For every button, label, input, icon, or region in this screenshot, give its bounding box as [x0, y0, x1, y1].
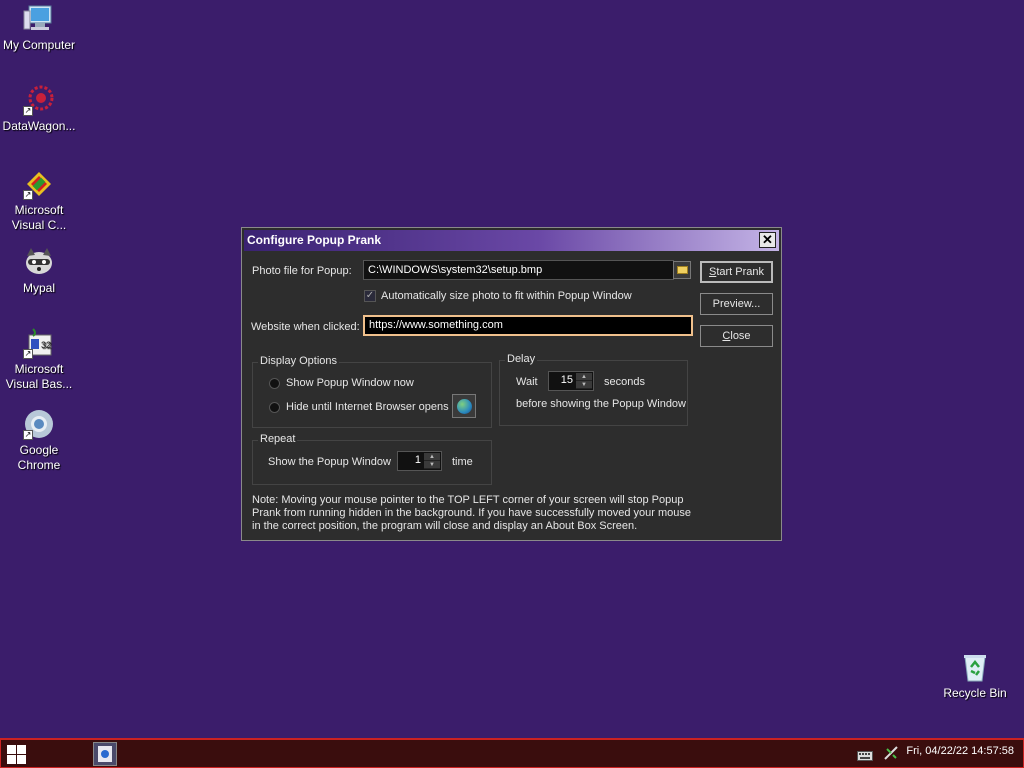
wait-label: Wait [516, 376, 538, 388]
keyboard-icon[interactable] [857, 751, 873, 764]
close-icon[interactable]: ✕ [759, 232, 776, 248]
delay-title: Delay [505, 353, 538, 365]
start-prank-button[interactable]: Start Prank [700, 261, 773, 283]
windows-logo-square [7, 755, 16, 764]
desktop-icon-label: Recycle Bin [943, 686, 1007, 700]
autosize-label: Automatically size photo to fit within P… [381, 290, 632, 302]
globe-icon [457, 399, 472, 414]
repeat-group: Repeat Show the Popup Window 1 ▲ ▼ time [252, 433, 492, 485]
computer-icon [23, 3, 55, 35]
desktop-icon-my-computer[interactable]: My Computer [0, 3, 78, 53]
note-text: Note: Moving your mouse pointer to the T… [252, 494, 692, 532]
taskbar-app-popup-prank[interactable] [93, 742, 117, 766]
repeat-count-value: 1 [414, 454, 421, 466]
desktop-icon-datawagon[interactable]: ↗ DataWagon... [0, 84, 78, 134]
repeat-count-spinner[interactable]: 1 ▲ ▼ [397, 451, 442, 471]
show-now-radio[interactable] [269, 378, 280, 389]
photo-file-input[interactable]: C:\WINDOWS\system32\setup.bmp [363, 260, 674, 280]
display-options-group: Display Options Show Popup Window now Hi… [252, 355, 492, 428]
configure-popup-prank-dialog: Configure Popup Prank ✕ Photo file for P… [241, 227, 782, 541]
website-input[interactable]: https://www.something.com [363, 315, 693, 336]
spinner-arrows[interactable]: ▲ ▼ [576, 373, 592, 389]
show-popup-label: Show the Popup Window [268, 456, 391, 468]
spin-down-icon[interactable]: ▼ [576, 381, 592, 389]
desktop-icon-visual-basic[interactable]: 32 ↗ Microsoft Visual Bas... [0, 327, 78, 392]
preview-button[interactable]: Preview... [700, 293, 773, 315]
shortcut-arrow-icon: ↗ [23, 430, 33, 440]
desktop-icon-google-chrome[interactable]: ↗ Google Chrome [0, 408, 78, 473]
windows-logo-square [17, 745, 26, 754]
dialog-title: Configure Popup Prank [247, 233, 382, 247]
desktop-icon-label: Mypal [22, 281, 55, 295]
app-icon [98, 746, 112, 762]
autosize-checkbox[interactable]: ✓ [364, 290, 376, 302]
taskbar-clock[interactable]: Fri, 04/22/22 14:57:58 [906, 745, 1014, 757]
visual-cpp-icon: ↗ [23, 168, 55, 200]
folder-icon [677, 266, 688, 274]
display-options-title: Display Options [258, 355, 340, 367]
svg-text:32: 32 [41, 340, 51, 350]
mypal-raccoon-icon [23, 246, 55, 278]
shortcut-arrow-icon: ↗ [23, 190, 33, 200]
browser-select-button[interactable] [452, 394, 476, 418]
datawagon-icon: ↗ [23, 84, 55, 116]
delay-seconds-spinner[interactable]: 15 ▲ ▼ [548, 371, 594, 391]
close-button[interactable]: Close [700, 325, 773, 347]
desktop-icon-mypal[interactable]: Mypal [0, 246, 78, 296]
shortcut-arrow-icon: ↗ [23, 349, 33, 359]
recycle-bin-icon [959, 651, 991, 683]
repeat-title: Repeat [258, 433, 298, 445]
delay-seconds-value: 15 [560, 374, 573, 386]
desktop-icon-label: Microsoft Visual C... [11, 203, 67, 232]
windows-logo-square [17, 755, 26, 764]
desktop-icon-recycle-bin[interactable]: Recycle Bin [936, 651, 1014, 701]
taskbar: Fri, 04/22/22 14:57:58 [0, 738, 1024, 768]
start-button[interactable] [5, 743, 27, 765]
before-showing-label: before showing the Popup Window [516, 398, 686, 410]
desktop-icon-label: DataWagon... [2, 119, 76, 133]
chrome-icon: ↗ [23, 408, 55, 440]
seconds-label: seconds [604, 376, 645, 388]
delay-group: Delay Wait 15 ▲ ▼ seconds before showing… [499, 353, 688, 426]
hide-until-browser-label: Hide until Internet Browser opens [286, 401, 449, 413]
browse-folder-button[interactable] [673, 261, 691, 279]
time-label: time [452, 456, 473, 468]
hide-until-browser-radio[interactable] [269, 402, 280, 413]
desktop-icon-visual-c[interactable]: ↗ Microsoft Visual C... [0, 168, 78, 233]
show-now-label: Show Popup Window now [286, 377, 414, 389]
desktop-icon-label: Microsoft Visual Bas... [5, 362, 73, 391]
windows-logo-icon [7, 745, 16, 754]
spinner-arrows[interactable]: ▲ ▼ [424, 453, 440, 469]
website-label: Website when clicked: [251, 321, 360, 333]
network-icon[interactable] [883, 745, 899, 764]
desktop-icon-label: My Computer [2, 38, 76, 52]
desktop-icon-label: Google Chrome [17, 443, 61, 472]
dialog-titlebar[interactable]: Configure Popup Prank ✕ [244, 230, 779, 251]
visual-basic-icon: 32 ↗ [23, 327, 55, 359]
photo-file-label: Photo file for Popup: [252, 265, 352, 277]
shortcut-arrow-icon: ↗ [23, 106, 33, 116]
spin-up-icon[interactable]: ▲ [576, 373, 592, 381]
spin-down-icon[interactable]: ▼ [424, 461, 440, 469]
spin-up-icon[interactable]: ▲ [424, 453, 440, 461]
